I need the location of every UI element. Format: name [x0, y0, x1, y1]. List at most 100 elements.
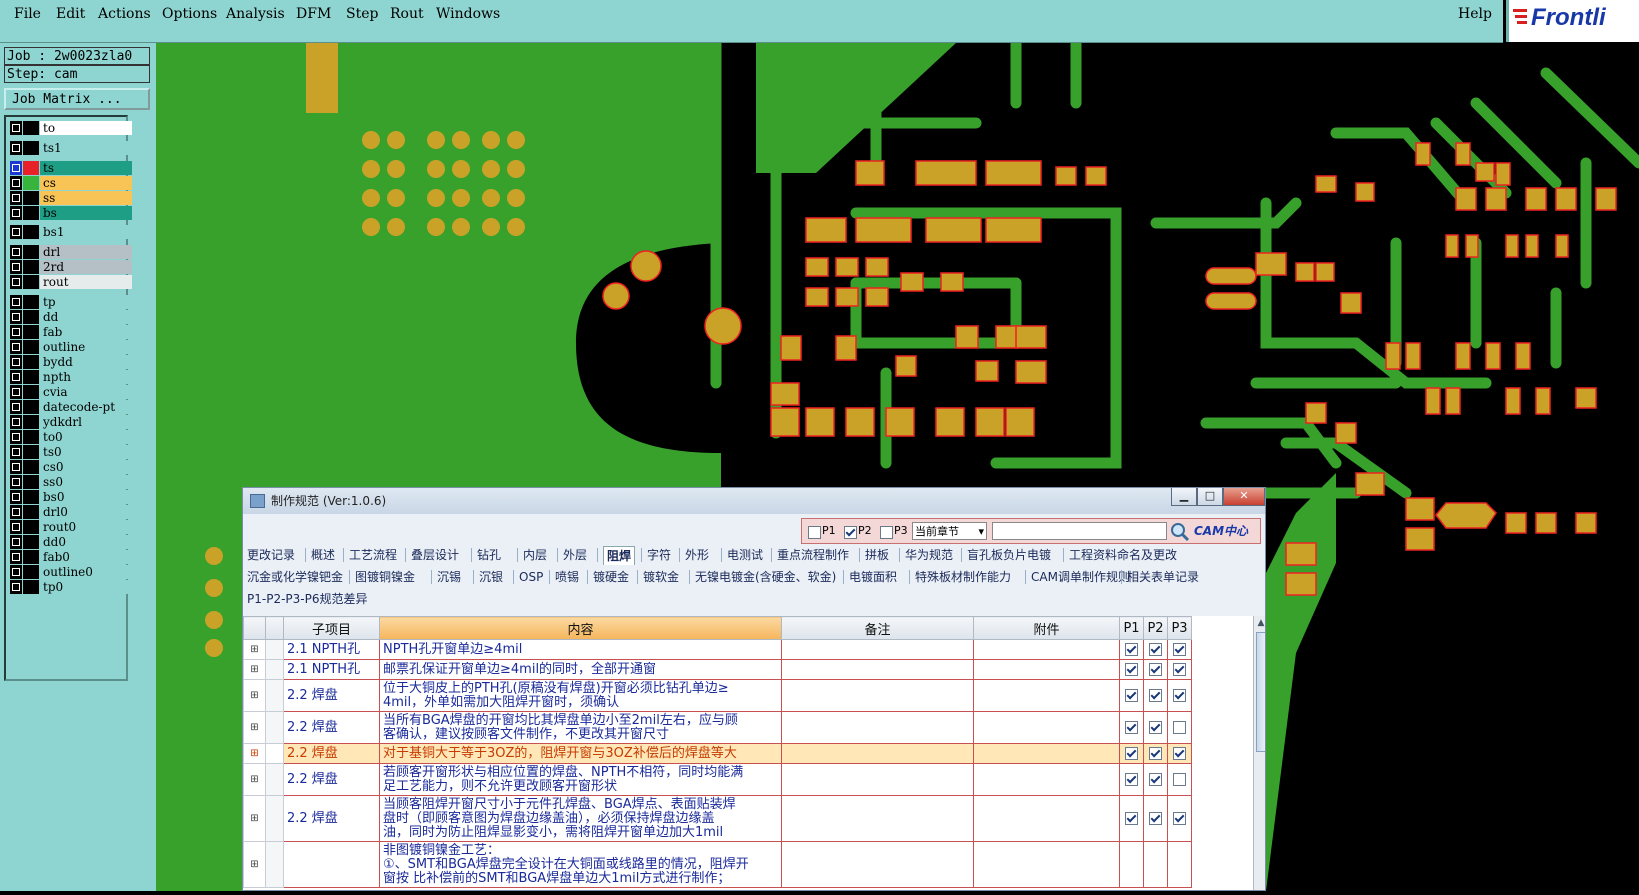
table-row[interactable]: ⊞ 2.1 NPTH孔 邮票孔保证开窗单边≥4mil的同时，全部开通窗 — [243, 659, 1192, 680]
layer-name[interactable]: cvia — [40, 385, 132, 399]
maximize-button[interactable]: □ — [1197, 488, 1223, 506]
p1-checkbox[interactable] — [1125, 746, 1138, 760]
p2-checkbox[interactable] — [1149, 772, 1162, 786]
cell-content[interactable]: 当顾客阻焊开窗尺寸小于元件孔焊盘、BGA焊点、表面贴装焊 盘时（即顾客意图为焊盘边… — [379, 795, 782, 842]
column-header-p3[interactable]: P3 — [1167, 616, 1192, 640]
search-icon[interactable] — [1170, 522, 1190, 542]
cell-content[interactable]: 当所有BGA焊盘的开窗均比其焊盘单边小至2mil左右，应与顾 客确认，建议按顾客文… — [379, 711, 782, 744]
expand-row-icon[interactable]: ⊞ — [243, 711, 266, 744]
p2-filter-checkbox[interactable] — [844, 526, 857, 539]
layer-row-26[interactable]: dd0 — [10, 535, 132, 550]
cell-item[interactable]: 2.2 焊盘 — [283, 679, 380, 712]
layer-name[interactable]: outline0 — [40, 565, 132, 579]
layer-row-27[interactable]: fab0 — [10, 550, 132, 565]
layer-row-15[interactable]: npth — [10, 370, 132, 385]
p3-checkbox[interactable] — [1173, 772, 1186, 786]
cell-note[interactable] — [781, 679, 974, 712]
layer-checkbox[interactable] — [10, 550, 22, 564]
expand-row-icon[interactable]: ⊞ — [243, 743, 266, 764]
close-button[interactable]: ✕ — [1223, 488, 1265, 506]
layer-row-18[interactable]: ydkdrl — [10, 415, 132, 430]
p3-checkbox[interactable] — [1173, 688, 1186, 702]
layer-row-21[interactable]: cs0 — [10, 460, 132, 475]
layer-row-12[interactable]: fab — [10, 325, 132, 340]
layer-name[interactable]: bydd — [40, 355, 132, 369]
layer-color-swatch[interactable] — [23, 206, 39, 220]
layer-name[interactable]: drl — [40, 245, 132, 259]
layer-checkbox[interactable] — [10, 445, 22, 459]
cell-content[interactable]: 邮票孔保证开窗单边≥4mil的同时，全部开通窗 — [379, 659, 782, 680]
menu-windows[interactable]: Windows — [436, 6, 500, 22]
layer-color-swatch[interactable] — [23, 121, 39, 135]
tab-tabs_row1-3[interactable]: 叠层设计 — [411, 546, 459, 564]
layer-name[interactable]: datecode-pt — [40, 400, 132, 414]
column-header-attach[interactable]: 附件 — [973, 616, 1120, 640]
layer-row-9[interactable]: rout — [10, 275, 132, 290]
layer-color-swatch[interactable] — [23, 260, 39, 274]
layer-name[interactable]: npth — [40, 370, 132, 384]
layer-checkbox[interactable] — [10, 565, 22, 579]
menu-dfm[interactable]: DFM — [296, 6, 331, 22]
p3-checkbox[interactable] — [1173, 811, 1186, 825]
cell-note[interactable] — [781, 795, 974, 842]
cell-content[interactable]: NPTH孔开窗单边≥4mil — [379, 639, 782, 660]
menu-step[interactable]: Step — [346, 6, 378, 22]
layer-name[interactable]: fab0 — [40, 550, 132, 564]
tab-tabs_row1-10[interactable]: 电测试 — [727, 546, 763, 564]
tab-tabs_row1-15[interactable]: 工程资料命名及更改 — [1069, 546, 1177, 564]
p3-filter-checkbox[interactable] — [880, 526, 893, 539]
layer-name[interactable]: to — [40, 121, 132, 135]
tab-tabs_row2-12[interactable]: 相关表单记录 — [1127, 568, 1199, 586]
cell-item[interactable]: 2.2 焊盘 — [283, 795, 380, 842]
layer-color-swatch[interactable] — [23, 191, 39, 205]
cell-content[interactable]: 若顾客开窗形状与相应位置的焊盘、NPTH不相符，同时均能满 足工艺能力，则不允许更… — [379, 763, 782, 796]
column-header-content[interactable]: 内容 — [379, 616, 782, 640]
cell-attach[interactable] — [973, 795, 1120, 842]
table-row[interactable]: ⊞ 2.2 焊盘 若顾客开窗形状与相应位置的焊盘、NPTH不相符，同时均能满 足工艺能… — [243, 763, 1192, 796]
menu-help[interactable]: Help — [1458, 6, 1492, 22]
layer-checkbox[interactable] — [10, 400, 22, 414]
menu-actions[interactable]: Actions — [98, 6, 151, 22]
dialog-title-bar[interactable]: 制作规范 (Ver:1.0.6) ▁ □ ✕ — [243, 488, 1265, 514]
cell-note[interactable] — [781, 743, 974, 764]
tab-tabs_row1-1[interactable]: 概述 — [311, 546, 335, 564]
layer-row-19[interactable]: to0 — [10, 430, 132, 445]
layer-checkbox[interactable] — [10, 191, 22, 205]
cell-attach[interactable] — [973, 841, 1120, 888]
p1-filter-checkbox[interactable] — [808, 526, 821, 539]
tab-tabs_row2-8[interactable]: 无镍电镀金(含硬金、软金) — [695, 568, 836, 586]
layer-name[interactable]: ss0 — [40, 475, 132, 489]
tab-tabs_row1-2[interactable]: 工艺流程 — [349, 546, 397, 564]
p2-checkbox[interactable] — [1149, 746, 1162, 760]
cell-item[interactable]: 2.2 焊盘 — [283, 711, 380, 744]
cell-content[interactable]: 位于大铜皮上的PTH孔(原稿没有焊盘)开窗必须比钻孔单边≥ 4mil，外单如需加大… — [379, 679, 782, 712]
tab-tabs_row2-7[interactable]: 镀软金 — [643, 568, 679, 586]
layer-color-swatch[interactable] — [23, 310, 39, 324]
layer-row-29[interactable]: tp0 — [10, 580, 132, 595]
tab-tabs_row1-12[interactable]: 拼板 — [865, 546, 889, 564]
cell-content[interactable]: 对于基铜大于等于3OZ的，阻焊开窗与3OZ补偿后的焊盘等大 — [379, 743, 782, 764]
layer-color-swatch[interactable] — [23, 475, 39, 489]
cell-attach[interactable] — [973, 659, 1120, 680]
layer-checkbox[interactable] — [10, 121, 22, 135]
layer-color-swatch[interactable] — [23, 490, 39, 504]
layer-name[interactable]: ss — [40, 191, 132, 205]
layer-color-swatch[interactable] — [23, 275, 39, 289]
tab-tabs_row1-7[interactable]: 阻焊 — [603, 546, 636, 565]
layer-color-swatch[interactable] — [23, 325, 39, 339]
tab-tabs_row1-5[interactable]: 内层 — [523, 546, 547, 564]
layer-color-swatch[interactable] — [23, 161, 39, 175]
tab-tabs_row2-9[interactable]: 电镀面积 — [849, 568, 897, 586]
layer-color-swatch[interactable] — [23, 535, 39, 549]
layer-checkbox[interactable] — [10, 295, 22, 309]
tab-tabs_row2-10[interactable]: 特殊板材制作能力 — [915, 568, 1011, 586]
layer-row-25[interactable]: rout0 — [10, 520, 132, 535]
layer-name[interactable]: cs0 — [40, 460, 132, 474]
vertical-scrollbar[interactable]: ▲ — [1253, 616, 1265, 890]
menu-options[interactable]: Options — [162, 6, 217, 22]
layer-name[interactable]: ts — [40, 161, 132, 175]
layer-name[interactable]: ydkdrl — [40, 415, 132, 429]
layer-color-swatch[interactable] — [23, 550, 39, 564]
tab-tabs_row2-11[interactable]: CAM调单制作规则 — [1031, 568, 1130, 586]
p1-checkbox[interactable] — [1125, 811, 1138, 825]
